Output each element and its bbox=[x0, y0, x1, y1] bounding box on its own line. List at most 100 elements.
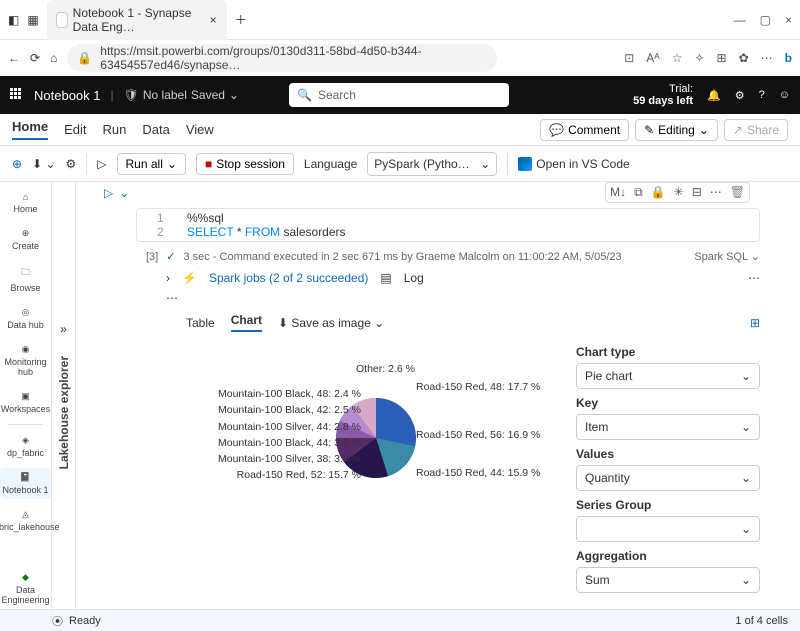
chart-values-select[interactable]: Quantity⌄ bbox=[576, 465, 760, 491]
spark-jobs-link[interactable]: Spark jobs (2 of 2 succeeded) bbox=[209, 271, 368, 285]
minimize-icon[interactable]: — bbox=[734, 13, 746, 27]
home-icon[interactable]: ⌂ bbox=[50, 51, 57, 65]
bell-icon[interactable]: 🔔 bbox=[707, 89, 721, 102]
notebook-main: M↓ ⧉ 🔒 ✳ ⊟ ⋯ 🗑 ▷ ⌄ 1%%sql 2SELECT * FROM… bbox=[76, 182, 800, 609]
trial-status: Trial: 59 days left bbox=[633, 83, 693, 107]
menu-data[interactable]: Data bbox=[142, 122, 169, 137]
run-all-button[interactable]: Run all ⌄ bbox=[117, 153, 186, 175]
feedback-icon[interactable]: ☺ bbox=[779, 89, 790, 101]
nav-data-engineering[interactable]: ◆Data Engineering bbox=[0, 568, 52, 609]
address-bar: ← ⟳ ⌂ 🔒 https://msit.powerbi.com/groups/… bbox=[0, 40, 800, 76]
back-icon[interactable]: ← bbox=[8, 51, 20, 65]
chevron-down-icon[interactable]: ⌄ bbox=[119, 186, 129, 200]
markdown-toggle-icon[interactable]: M↓ bbox=[610, 185, 626, 200]
collapse-icon[interactable]: ⊟ bbox=[692, 185, 702, 200]
close-icon[interactable]: × bbox=[210, 13, 217, 27]
lakehouse-explorer-panel[interactable]: » Lakehouse explorer bbox=[52, 182, 76, 609]
delete-icon[interactable]: 🗑 bbox=[730, 185, 745, 200]
run-icon[interactable]: ▷ bbox=[97, 157, 106, 171]
share-button[interactable]: ↗ Share bbox=[724, 119, 788, 141]
stop-session-button[interactable]: ■ Stop session bbox=[196, 153, 294, 175]
app-header: Notebook 1 | 🛡 No labelSaved ⌄ 🔍 Search … bbox=[0, 76, 800, 114]
chart-controls: Chart type Pie chart⌄ Key Item⌄ Values Q… bbox=[576, 338, 760, 609]
gear-icon[interactable]: ⚙ bbox=[735, 89, 745, 102]
tab-table[interactable]: Table bbox=[186, 316, 215, 330]
more-icon[interactable]: ⋯ bbox=[166, 291, 178, 305]
save-image-button[interactable]: ⬇ Save as image ⌄ bbox=[278, 316, 384, 330]
status-text: Ready bbox=[69, 615, 101, 627]
code-cell[interactable]: 1%%sql 2SELECT * FROM salesorders bbox=[136, 208, 760, 242]
menu-view[interactable]: View bbox=[186, 122, 214, 137]
expand-icon[interactable]: » bbox=[60, 322, 67, 336]
chevron-down-icon: ⌄ bbox=[229, 88, 239, 102]
browser-tab[interactable]: Notebook 1 - Synapse Data Eng… × bbox=[47, 0, 227, 40]
app-launcher-icon[interactable] bbox=[10, 88, 24, 102]
open-vscode-button[interactable]: Open in VS Code bbox=[518, 157, 629, 171]
favorites-icon[interactable]: ✧ bbox=[694, 51, 704, 65]
notebook-title[interactable]: Notebook 1 bbox=[34, 88, 101, 103]
url-text: https://msit.powerbi.com/groups/0130d311… bbox=[100, 44, 487, 72]
chart-agg-select[interactable]: Sum⌄ bbox=[576, 567, 760, 593]
nav-home[interactable]: ⌂Home bbox=[11, 188, 39, 218]
gear-icon[interactable]: ⚙ bbox=[66, 157, 77, 171]
pie-labels-right: Road-150 Red, 48: 17.7 % Road-150 Red, 5… bbox=[416, 378, 576, 484]
refresh-icon[interactable]: ⟳ bbox=[30, 51, 40, 65]
tab-favicon bbox=[57, 13, 67, 27]
chart-type-select[interactable]: Pie chart⌄ bbox=[576, 363, 760, 389]
status-icon: ⦿ bbox=[52, 613, 63, 629]
search-icon: 🔍 bbox=[297, 88, 312, 102]
nav-browse[interactable]: 🗀Browse bbox=[8, 261, 42, 297]
run-cell-icon[interactable]: ▷ bbox=[104, 186, 113, 200]
nav-datahub[interactable]: ◎Data hub bbox=[5, 303, 46, 334]
more-icon[interactable]: ⋯ bbox=[748, 271, 760, 285]
log-link[interactable]: Log bbox=[404, 271, 424, 285]
notebook-toolbar: ⊕ ⬇ ⌄ ⚙ ▷ Run all ⌄ ■ Stop session Langu… bbox=[0, 146, 800, 182]
new-tab-button[interactable]: ＋ bbox=[235, 11, 247, 28]
reader-icon[interactable]: ⊡ bbox=[624, 51, 634, 65]
cell-toolbar: M↓ ⧉ 🔒 ✳ ⊟ ⋯ 🗑 bbox=[605, 182, 750, 203]
more-icon[interactable]: ⋯ bbox=[761, 51, 773, 65]
add-cell-icon[interactable]: ⊕ bbox=[12, 157, 22, 171]
log-icon: ▤ bbox=[380, 271, 391, 285]
nav-dpfabric[interactable]: ◈dp_fabric bbox=[5, 431, 46, 462]
pie-label: Other: 2.6 % bbox=[356, 363, 415, 375]
menu-home[interactable]: Home bbox=[12, 119, 48, 140]
cell-lang[interactable]: Spark SQL ⌄ bbox=[694, 250, 760, 263]
bing-icon[interactable]: b bbox=[785, 51, 792, 65]
sensitivity-label[interactable]: 🛡 No labelSaved ⌄ bbox=[124, 88, 239, 102]
chart-settings-icon[interactable]: ⊞ bbox=[750, 316, 760, 330]
nav-monitoring[interactable]: ◉Monitoring hub bbox=[0, 340, 51, 381]
more-icon[interactable]: ⋯ bbox=[710, 185, 722, 200]
menu-edit[interactable]: Edit bbox=[64, 122, 86, 137]
nav-workspaces[interactable]: ▣Workspaces bbox=[0, 387, 52, 418]
chart-key-select[interactable]: Item⌄ bbox=[576, 414, 760, 440]
star-icon[interactable]: ☆ bbox=[672, 51, 683, 65]
language-select[interactable]: PySpark (Pytho…⌄ bbox=[367, 152, 497, 176]
lock-icon[interactable]: 🔒 bbox=[651, 185, 666, 200]
menu-bar: Home Edit Run Data View 💬 Comment ✎ Edit… bbox=[0, 114, 800, 146]
menu-run[interactable]: Run bbox=[103, 122, 127, 137]
url-field[interactable]: 🔒 https://msit.powerbi.com/groups/0130d3… bbox=[67, 44, 497, 72]
collections-btn-icon[interactable]: ⊞ bbox=[717, 51, 727, 65]
text-size-icon[interactable]: Aᴬ bbox=[646, 51, 659, 65]
tab-chart[interactable]: Chart bbox=[231, 313, 262, 332]
close-window-icon[interactable]: × bbox=[785, 13, 792, 27]
maximize-icon[interactable]: ▢ bbox=[760, 13, 771, 27]
expand-jobs-icon[interactable]: › bbox=[166, 271, 170, 285]
nav-create[interactable]: ⊕Create bbox=[10, 224, 41, 255]
tab-title: Notebook 1 - Synapse Data Eng… bbox=[73, 6, 204, 34]
extensions-icon[interactable]: ✿ bbox=[739, 51, 749, 65]
vscode-icon bbox=[518, 157, 532, 171]
freeze-icon[interactable]: ✳ bbox=[674, 185, 684, 200]
download-icon[interactable]: ⬇ ⌄ bbox=[32, 157, 55, 171]
global-search[interactable]: 🔍 Search bbox=[289, 83, 509, 107]
comment-button[interactable]: 💬 Comment bbox=[540, 119, 629, 141]
check-icon: ✓ bbox=[166, 250, 175, 263]
cell-index: [3] bbox=[146, 251, 158, 263]
help-icon[interactable]: ? bbox=[759, 89, 765, 101]
window-titlebar: ◧ ▦ Notebook 1 - Synapse Data Eng… × ＋ —… bbox=[0, 0, 800, 40]
nav-notebook[interactable]: 📓Notebook 1 bbox=[0, 468, 50, 499]
editing-button[interactable]: ✎ Editing ⌄ bbox=[635, 119, 718, 141]
copy-icon[interactable]: ⧉ bbox=[634, 185, 643, 200]
chart-series-select[interactable]: ⌄ bbox=[576, 516, 760, 542]
